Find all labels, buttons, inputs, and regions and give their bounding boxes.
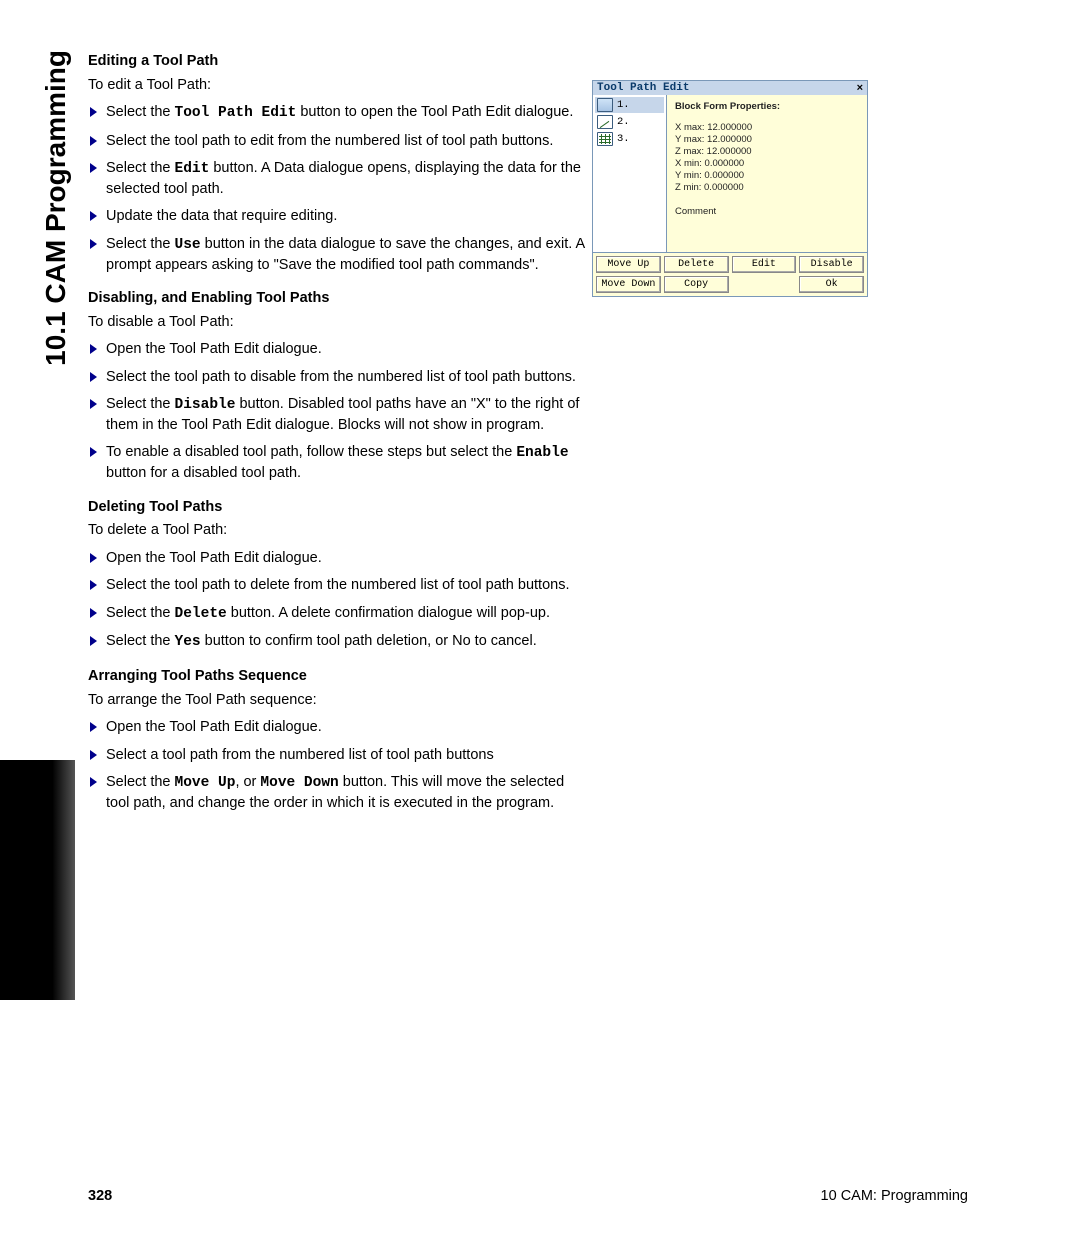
bullet-list: Select the Tool Path Edit button to open… — [88, 103, 588, 275]
mono-term: Use — [175, 237, 201, 253]
list-item: To enable a disabled tool path, follow t… — [88, 443, 588, 483]
list-item: Update the data that require editing. — [88, 207, 588, 227]
mono-term: Move Down — [260, 775, 338, 791]
button-spacer — [732, 276, 797, 293]
mono-term: Tool Path Edit — [175, 105, 297, 121]
chapter-label: 10 CAM: Programming — [821, 1188, 968, 1204]
tool-path-icon — [597, 132, 613, 146]
mono-term: Move Up — [175, 775, 236, 791]
properties-heading: Block Form Properties: — [675, 101, 859, 112]
mono-term: Edit — [175, 161, 210, 177]
tool-path-number: 2. — [617, 116, 630, 128]
list-item: Open the Tool Path Edit dialogue. — [88, 549, 588, 569]
comment-label: Comment — [675, 206, 859, 217]
mono-term: Disable — [175, 397, 236, 413]
copy-button[interactable]: Copy — [664, 276, 729, 293]
tool-path-item[interactable]: 3. — [595, 131, 664, 147]
tool-path-list: 1. 2. 3. — [593, 95, 667, 252]
section-intro: To arrange the Tool Path sequence: — [88, 691, 588, 711]
text-content: Editing a Tool Path To edit a Tool Path: S… — [88, 48, 588, 823]
tool-path-icon — [597, 98, 613, 112]
bullet-list: Open the Tool Path Edit dialogue. Select … — [88, 340, 588, 483]
list-item: Select the Edit button. A Data dialogue … — [88, 159, 588, 199]
dialog-title: Tool Path Edit — [597, 82, 689, 94]
list-item: Select the Move Up, or Move Down button.… — [88, 773, 588, 813]
list-item: Select the Use button in the data dialog… — [88, 235, 588, 275]
tool-path-number: 1. — [617, 99, 630, 111]
list-item: Select the Tool Path Edit button to open… — [88, 103, 588, 124]
side-tab: 10.1 CAM Programming — [40, 50, 72, 366]
ok-button[interactable]: Ok — [799, 276, 864, 293]
list-item: Select the tool path to edit from the nu… — [88, 132, 588, 152]
bullet-list: Open the Tool Path Edit dialogue. Select … — [88, 549, 588, 653]
property-row: Y min: 0.000000 — [675, 170, 859, 181]
section-intro: To disable a Tool Path: — [88, 313, 588, 333]
list-item: Select a tool path from the numbered lis… — [88, 746, 588, 766]
list-item: Open the Tool Path Edit dialogue. — [88, 340, 588, 360]
move-down-button[interactable]: Move Down — [596, 276, 661, 293]
disable-button[interactable]: Disable — [799, 256, 864, 273]
section-heading: Deleting Tool Paths — [88, 498, 588, 518]
page-footer: 328 10 CAM: Programming — [88, 1188, 968, 1204]
property-row: X min: 0.000000 — [675, 158, 859, 169]
side-thumb-marker — [0, 760, 75, 1000]
list-item: Select the tool path to disable from the… — [88, 368, 588, 388]
delete-button[interactable]: Delete — [664, 256, 729, 273]
tool-path-icon — [597, 115, 613, 129]
list-item: Select the tool path to delete from the … — [88, 576, 588, 596]
tool-path-number: 3. — [617, 133, 630, 145]
page-number: 328 — [88, 1188, 112, 1204]
list-item: Select the Yes button to confirm tool pa… — [88, 632, 588, 653]
bullet-list: Open the Tool Path Edit dialogue. Select … — [88, 718, 588, 813]
close-icon[interactable]: × — [857, 82, 863, 94]
property-row: X max: 12.000000 — [675, 122, 859, 133]
mono-term: Yes — [175, 634, 201, 650]
list-item: Select the Disable button. Disabled tool… — [88, 395, 588, 435]
mono-term: Delete — [175, 606, 227, 622]
tool-path-item[interactable]: 1. — [595, 97, 664, 113]
property-row: Y max: 12.000000 — [675, 134, 859, 145]
edit-button[interactable]: Edit — [732, 256, 797, 273]
properties-panel: Block Form Properties: X max: 12.000000Y… — [667, 95, 867, 252]
dialog-button-row: Move UpDeleteEditDisable Move DownCopy Ok — [593, 252, 867, 296]
move-up-button[interactable]: Move Up — [596, 256, 661, 273]
list-item: Select the Delete button. A delete confi… — [88, 604, 588, 625]
section-heading: Disabling, and Enabling Tool Paths — [88, 289, 588, 309]
section-intro: To edit a Tool Path: — [88, 76, 588, 96]
property-row: Z min: 0.000000 — [675, 182, 859, 193]
section-heading: Arranging Tool Paths Sequence — [88, 667, 588, 687]
list-item: Open the Tool Path Edit dialogue. — [88, 718, 588, 738]
dialog-titlebar: Tool Path Edit × — [593, 81, 867, 95]
mono-term: Enable — [516, 445, 568, 461]
property-row: Z max: 12.000000 — [675, 146, 859, 157]
section-intro: To delete a Tool Path: — [88, 521, 588, 541]
section-heading: Editing a Tool Path — [88, 52, 588, 72]
tool-path-edit-dialog: Tool Path Edit × 1. 2. 3. Block Form Prope… — [592, 80, 868, 297]
tool-path-item[interactable]: 2. — [595, 114, 664, 130]
